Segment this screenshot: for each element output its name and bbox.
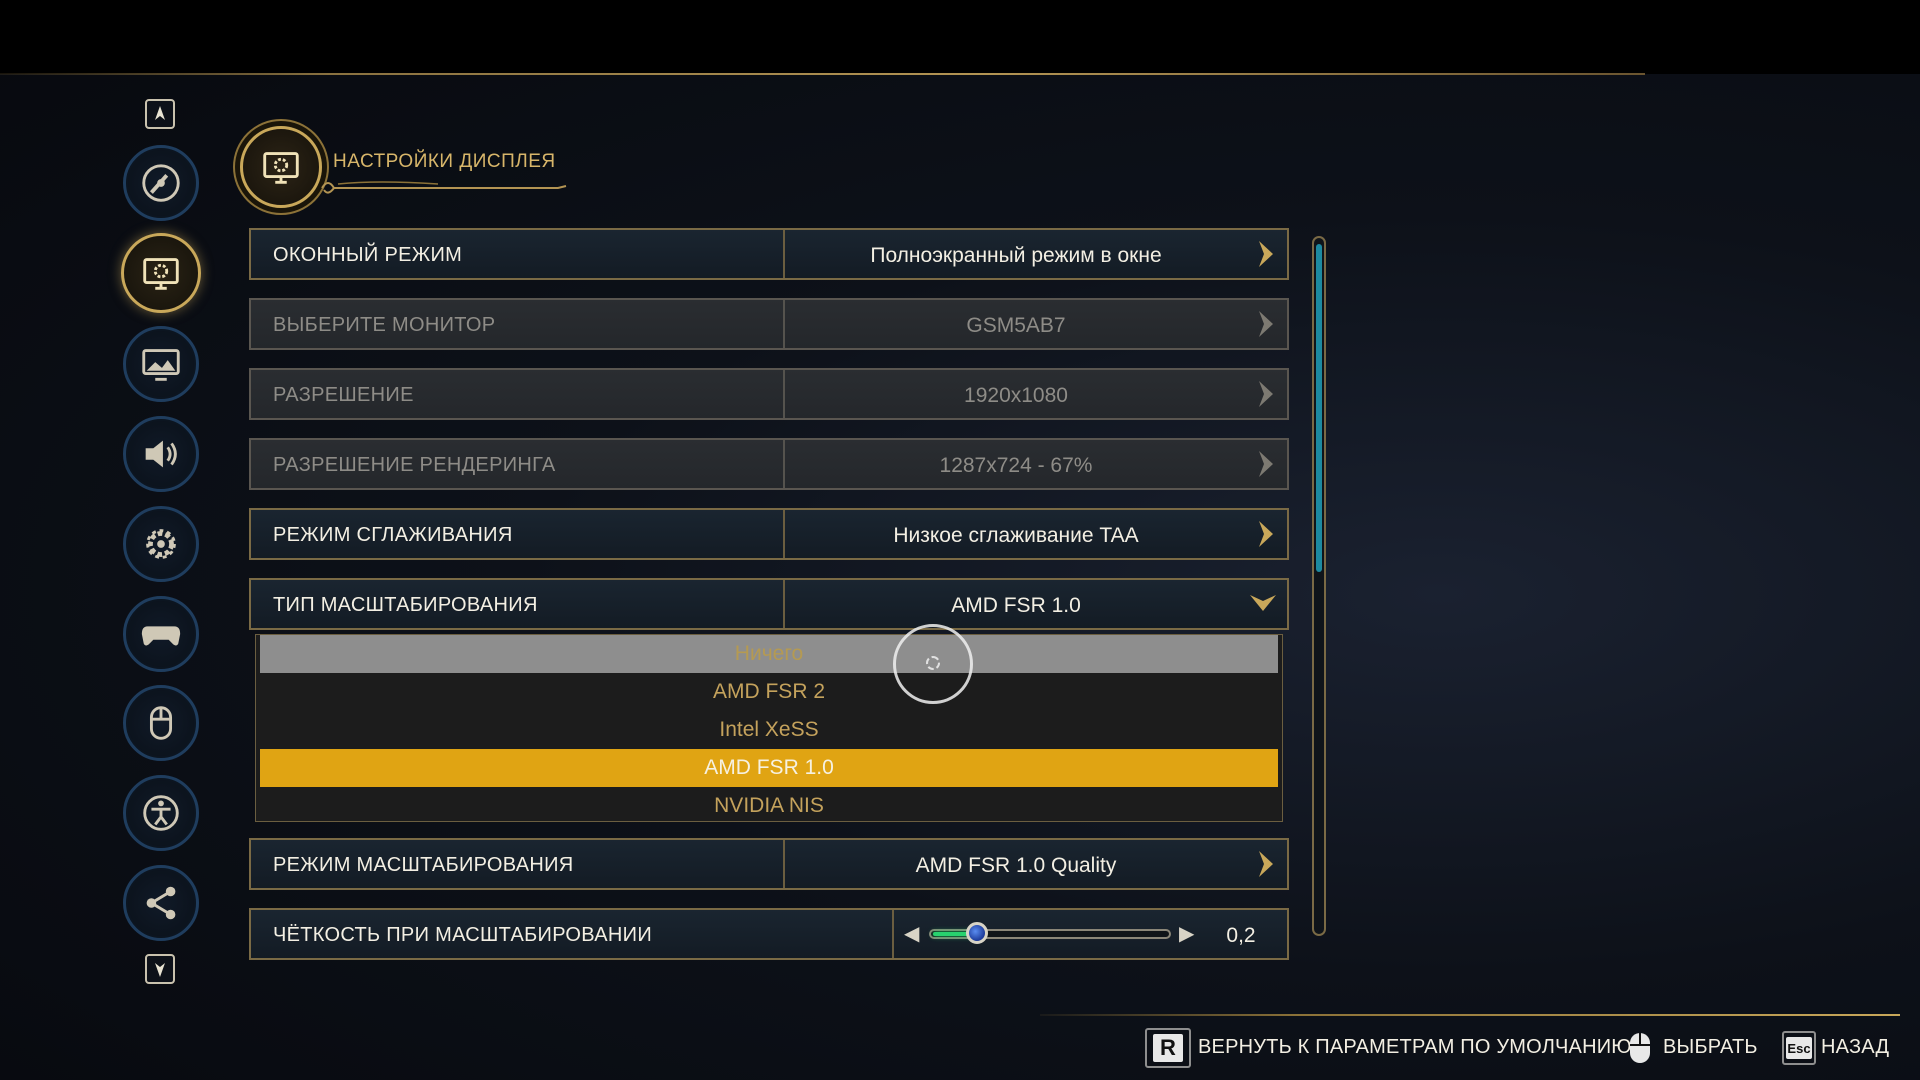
- slider-decrease-icon[interactable]: ◀: [904, 921, 919, 946]
- setting-label: РАЗРЕШЕНИЕ РЕНДЕРИНГА: [273, 454, 556, 476]
- chevron-down-icon[interactable]: [1247, 589, 1279, 619]
- sidebar-item-accessibility[interactable]: [123, 775, 199, 851]
- setting-label: ТИП МАСШТАБИРОВАНИЯ: [273, 594, 538, 616]
- setting-upscale-sharpness[interactable]: ЧЁТКОСТЬ ПРИ МАСШТАБИРОВАНИИ ◀ ▶ 0,2: [249, 908, 1289, 960]
- dropdown-option-selected[interactable]: AMD FSR 1.0: [260, 749, 1278, 787]
- dropdown-option[interactable]: NVIDIA NIS: [260, 787, 1278, 825]
- share-nodes-icon: [146, 886, 176, 920]
- setting-label: ОКОННЫЙ РЕЖИМ: [273, 244, 463, 266]
- speaker-icon: [145, 440, 177, 468]
- back-button[interactable]: НАЗАД: [1821, 1036, 1889, 1059]
- chevron-right-icon[interactable]: [1255, 379, 1277, 409]
- setting-resolution[interactable]: РАЗРЕШЕНИЕ 1920x1080: [249, 368, 1289, 420]
- reset-key-badge[interactable]: R: [1145, 1028, 1191, 1068]
- chevron-right-icon[interactable]: [1255, 519, 1277, 549]
- slider-increase-icon[interactable]: ▶: [1179, 921, 1194, 946]
- setting-value: Полноэкранный режим в окне: [870, 244, 1162, 267]
- mouse-icon: [1630, 1033, 1650, 1063]
- image-quality-icon: [142, 349, 180, 381]
- setting-monitor[interactable]: ВЫБЕРИТЕ МОНИТОР GSM5AB7: [249, 298, 1289, 350]
- setting-value: AMD FSR 1.0: [951, 594, 1081, 617]
- sidebar-scroll-up-button[interactable]: [145, 99, 175, 129]
- chevron-right-icon[interactable]: [1255, 449, 1277, 479]
- select-button[interactable]: ВЫБРАТЬ: [1663, 1036, 1758, 1059]
- setting-render-resolution[interactable]: РАЗРЕШЕНИЕ РЕНДЕРИНГА 1287x724 - 67%: [249, 438, 1289, 490]
- setting-label: РАЗРЕШЕНИЕ: [273, 384, 414, 406]
- chevron-right-icon[interactable]: [1255, 309, 1277, 339]
- sidebar-item-audio[interactable]: [123, 416, 199, 492]
- arrow-down-icon: [155, 963, 165, 977]
- sidebar-item-disc[interactable]: [123, 145, 199, 221]
- sidebar-scroll-down-button[interactable]: [145, 954, 175, 984]
- scrollbar-thumb[interactable]: [1316, 244, 1322, 572]
- setting-upscale-mode[interactable]: РЕЖИМ МАСШТАБИРОВАНИЯ AMD FSR 1.0 Qualit…: [249, 838, 1289, 890]
- top-bar: [0, 0, 1920, 74]
- setting-value: 1287x724 - 67%: [939, 454, 1093, 477]
- dropdown-option[interactable]: Ничего: [260, 635, 1278, 673]
- divider: [892, 910, 894, 958]
- setting-value: GSM5AB7: [966, 314, 1066, 337]
- upscale-type-dropdown: Ничего AMD FSR 2 Intel XeSS AMD FSR 1.0 …: [255, 634, 1283, 822]
- back-key-badge[interactable]: Esc: [1782, 1031, 1816, 1065]
- slider-value: 0,2: [1226, 924, 1256, 947]
- dropdown-option[interactable]: AMD FSR 2: [260, 673, 1278, 711]
- setting-window-mode[interactable]: ОКОННЫЙ РЕЖИМ Полноэкранный режим в окне: [249, 228, 1289, 280]
- sidebar-item-settings[interactable]: [123, 506, 199, 582]
- setting-upscale-type[interactable]: ТИП МАСШТАБИРОВАНИЯ AMD FSR 1.0: [249, 578, 1289, 630]
- cursor-center: [926, 656, 940, 670]
- header-medal: [240, 126, 322, 208]
- sidebar-item-display[interactable]: [121, 233, 201, 313]
- key-label: Esc: [1786, 1037, 1812, 1059]
- page-title: НАСТРОЙКИ ДИСПЛЕЯ: [333, 151, 556, 172]
- sidebar-item-share[interactable]: [123, 865, 199, 941]
- reset-defaults-button[interactable]: ВЕРНУТЬ К ПАРАМЕТРАМ ПО УМОЛЧАНИЮ: [1198, 1036, 1632, 1059]
- sidebar: [0, 0, 260, 1080]
- gear-icon: [146, 529, 176, 559]
- setting-value: Низкое сглаживание TAA: [893, 524, 1139, 547]
- header-flourish: [321, 181, 567, 194]
- setting-antialiasing[interactable]: РЕЖИМ СГЛАЖИВАНИЯ Низкое сглаживание TAA: [249, 508, 1289, 560]
- sidebar-item-graphics[interactable]: [123, 326, 199, 402]
- accessibility-icon: [143, 795, 179, 831]
- setting-value: 1920x1080: [964, 384, 1068, 407]
- dropdown-option[interactable]: Intel XeSS: [260, 711, 1278, 749]
- key-label: R: [1153, 1034, 1183, 1062]
- setting-label: ВЫБЕРИТЕ МОНИТОР: [273, 314, 496, 336]
- setting-value: AMD FSR 1.0 Quality: [915, 854, 1117, 877]
- disc-icon: [142, 164, 180, 202]
- sidebar-item-mouse[interactable]: [123, 685, 199, 761]
- monitor-gear-icon: [263, 152, 299, 184]
- monitor-gear-icon: [143, 258, 179, 290]
- setting-label: РЕЖИМ МАСШТАБИРОВАНИЯ: [273, 854, 574, 876]
- sharpness-slider-handle[interactable]: [966, 922, 988, 944]
- settings-scrollbar[interactable]: [1312, 236, 1326, 936]
- setting-label: ЧЁТКОСТЬ ПРИ МАСШТАБИРОВАНИИ: [273, 924, 652, 946]
- gamepad-icon: [141, 626, 181, 646]
- footer-divider: [1040, 1014, 1900, 1016]
- arrow-up-icon: [155, 106, 165, 120]
- sidebar-item-controller[interactable]: [123, 596, 199, 672]
- chevron-right-icon[interactable]: [1255, 239, 1277, 269]
- chevron-right-icon[interactable]: [1255, 849, 1277, 879]
- setting-label: РЕЖИМ СГЛАЖИВАНИЯ: [273, 524, 513, 546]
- mouse-icon: [149, 706, 173, 740]
